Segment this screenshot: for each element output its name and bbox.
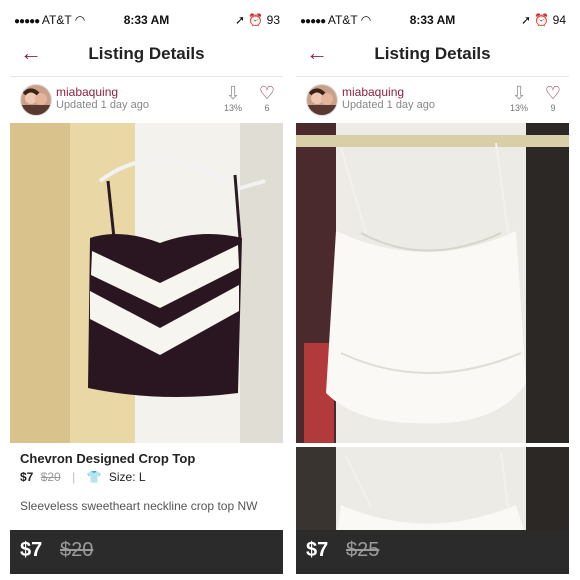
share-percent: 13% xyxy=(509,103,528,113)
listing-description: Sleeveless sweetheart neckline crop top … xyxy=(20,499,258,513)
price-line: $7 $20 | 👕 Size: L xyxy=(20,470,146,484)
like-button[interactable]: ♡ 9 xyxy=(541,83,565,113)
nav-bar: ← Listing Details xyxy=(10,34,283,77)
bottom-price: $7 xyxy=(306,539,329,561)
bottom-price: $7 xyxy=(20,539,43,561)
location-arrow-icon: ➚ xyxy=(234,13,245,27)
share-button[interactable]: ⇩ 13% xyxy=(221,83,245,113)
page-title: Listing Details xyxy=(88,44,205,63)
updated-time: Updated 1 day ago xyxy=(342,99,435,111)
updated-time: Updated 1 day ago xyxy=(56,99,149,111)
share-arrow-down-icon: ⇩ xyxy=(511,83,527,103)
like-button[interactable]: ♡ 6 xyxy=(255,83,279,113)
status-bar: ●●●●● AT&T ◠ 8:33 AM ➚ ⏰ 94 xyxy=(296,7,569,34)
divider: | xyxy=(72,470,76,484)
seller-row: miabaquing Updated 1 day ago ⇩ 13% ♡ 6 xyxy=(10,77,283,127)
heart-icon: ♡ xyxy=(544,83,562,103)
avatar[interactable] xyxy=(306,84,338,116)
like-count: 9 xyxy=(550,103,556,113)
bottom-original-price: $20 xyxy=(60,539,94,561)
share-percent: 13% xyxy=(223,103,242,113)
status-right: ➚ ⏰ 93 xyxy=(235,13,280,27)
alarm-clock-icon: ⏰ xyxy=(248,13,264,27)
original-price: $20 xyxy=(40,470,61,484)
seller-username[interactable]: miabaquing xyxy=(56,85,118,99)
bottom-original-price: $25 xyxy=(346,539,380,561)
price-bar: $7 $20 xyxy=(10,530,283,574)
listing-screen-right: ●●●●● AT&T ◠ 8:33 AM ➚ ⏰ 94 ← Listing De… xyxy=(296,7,569,574)
seller-username[interactable]: miabaquing xyxy=(342,85,404,99)
listing-photo[interactable] xyxy=(296,123,569,443)
share-button[interactable]: ⇩ 13% xyxy=(507,83,531,113)
nav-bar: ← Listing Details xyxy=(296,34,569,77)
status-right: ➚ ⏰ 94 xyxy=(521,13,566,27)
like-count: 6 xyxy=(264,103,270,113)
avatar[interactable] xyxy=(20,84,52,116)
listing-photo[interactable] xyxy=(10,123,283,443)
battery-level: 93 xyxy=(266,13,280,27)
listing-price: $7 xyxy=(20,470,34,484)
price-bar: $7 $25 xyxy=(296,530,569,574)
share-arrow-down-icon: ⇩ xyxy=(225,83,241,103)
location-arrow-icon: ➚ xyxy=(520,13,531,27)
page-title: Listing Details xyxy=(374,44,491,63)
status-bar: ●●●●● AT&T ◠ 8:33 AM ➚ ⏰ 93 xyxy=(10,7,283,34)
battery-level: 94 xyxy=(552,13,566,27)
alarm-clock-icon: ⏰ xyxy=(534,13,550,27)
listing-title: Chevron Designed Crop Top xyxy=(20,451,196,466)
listing-info: Chevron Designed Crop Top $7 $20 | 👕 Siz… xyxy=(10,443,283,538)
listing-photo-secondary[interactable] xyxy=(296,447,569,537)
size-label: Size: L xyxy=(108,470,146,484)
seller-row: miabaquing Updated 1 day ago ⇩ 13% ♡ 9 xyxy=(296,77,569,127)
heart-icon: ♡ xyxy=(258,83,276,103)
listing-screen-left: ●●●●● AT&T ◠ 8:33 AM ➚ ⏰ 93 ← Listing De… xyxy=(10,7,283,574)
shirt-icon: 👕 xyxy=(86,470,102,484)
